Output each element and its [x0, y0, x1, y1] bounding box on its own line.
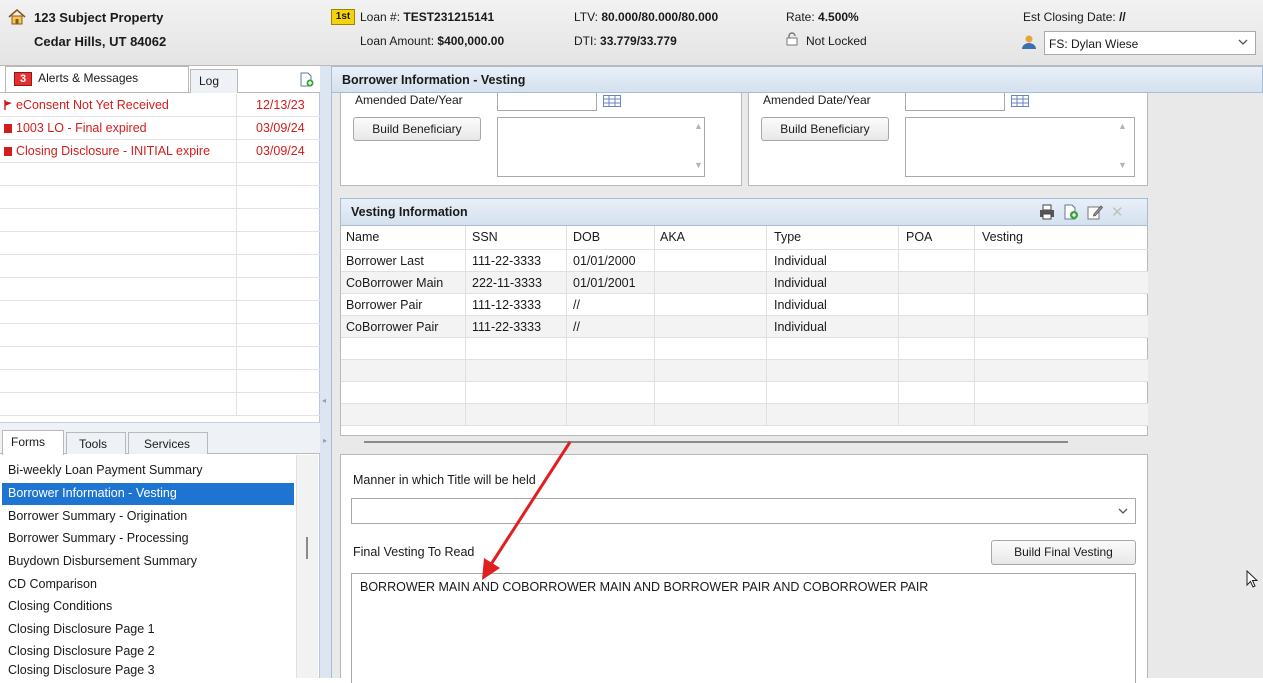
est-closing-date: Est Closing Date: // [1023, 10, 1126, 24]
empty-row [0, 370, 320, 393]
tab-services-label: Services [144, 437, 191, 451]
loan-header: 123 Subject Property Cedar Hills, UT 840… [0, 0, 1263, 66]
column-divider [236, 117, 237, 140]
user-icon [1021, 34, 1037, 53]
empty-row [0, 393, 320, 416]
left-panel: 3 Alerts & Messages Log eConsent Not Yet … [0, 66, 320, 678]
loan-number: Loan #: TEST231215141 [360, 10, 495, 24]
form-item[interactable]: Closing Disclosure Page 3 [2, 660, 294, 678]
tab-tools-label: Tools [79, 437, 108, 451]
annotation-arrow-icon [482, 441, 572, 580]
alert-date: 12/13/23 [256, 98, 305, 112]
alert-row[interactable]: Closing Disclosure - INITIAL expire 03/0… [0, 140, 320, 163]
home-icon [8, 8, 26, 28]
form-item[interactable]: Borrower Summary - Origination [2, 506, 294, 528]
scrollbar-thumb[interactable] [306, 537, 308, 559]
collapse-left-icon[interactable]: ◂ [322, 396, 326, 405]
empty-row [0, 186, 320, 209]
forms-scrollbar[interactable] [296, 455, 318, 678]
dti-value: DTI: 33.779/33.779 [574, 34, 677, 48]
lock-status: Not Locked [806, 34, 867, 48]
mouse-cursor-icon [1246, 569, 1259, 591]
alert-text: Closing Disclosure - INITIAL expire [4, 144, 210, 158]
lien-position-badge: 1st [331, 9, 355, 25]
form-item[interactable]: Borrower Summary - Processing [2, 528, 294, 550]
empty-row [0, 324, 320, 347]
alert-date: 03/09/24 [256, 121, 305, 135]
alerts-count-badge: 3 [14, 72, 33, 86]
forms-list: Bi-weekly Loan Payment Summary Borrower … [0, 455, 320, 678]
column-divider [236, 94, 237, 117]
flag-icon [4, 99, 12, 110]
alert-square-icon [4, 147, 12, 156]
form-item[interactable]: CD Comparison [2, 574, 294, 596]
alert-date: 03/09/24 [256, 144, 305, 158]
loan-amount: Loan Amount: $400,000.00 [360, 34, 505, 48]
expand-right-icon[interactable]: ▸ [323, 436, 327, 445]
alert-row[interactable]: eConsent Not Yet Received 12/13/23 [0, 94, 320, 117]
form-item[interactable]: Closing Disclosure Page 1 [2, 619, 294, 641]
tab-forms[interactable]: Forms [2, 430, 64, 455]
new-alert-icon[interactable] [300, 72, 314, 90]
alert-text: 1003 LO - Final expired [4, 121, 147, 135]
rate-value: Rate: 4.500% [786, 10, 859, 24]
pane-divider[interactable] [0, 422, 320, 430]
form-item[interactable]: Closing Conditions [2, 596, 294, 618]
tab-tools[interactable]: Tools [66, 432, 126, 454]
tab-services[interactable]: Services [128, 432, 208, 454]
tab-log-label: Log [199, 74, 220, 88]
alert-row[interactable]: 1003 LO - Final expired 03/09/24 [0, 117, 320, 140]
ltv-value: LTV: 80.000/80.000/80.000 [574, 10, 719, 24]
tab-alerts-messages[interactable]: 3 Alerts & Messages [5, 66, 189, 92]
alert-square-icon [4, 124, 12, 133]
column-divider [236, 140, 237, 163]
empty-row [0, 209, 320, 232]
property-address-line1: 123 Subject Property [34, 10, 164, 25]
panel-splitter[interactable]: ◂ ▸ [320, 66, 332, 678]
main-content: Borrower Information - Vesting Amended D… [332, 66, 1263, 683]
tab-log[interactable]: Log [190, 69, 238, 93]
user-select[interactable]: FS: Dylan Wiese [1044, 31, 1256, 55]
empty-row [0, 278, 320, 301]
tab-forms-label: Forms [11, 435, 45, 449]
property-address-line2: Cedar Hills, UT 84062 [34, 34, 167, 49]
empty-row [0, 232, 320, 255]
user-select-value: FS: Dylan Wiese [1049, 37, 1139, 51]
alerts-list: eConsent Not Yet Received 12/13/23 1003 … [0, 94, 320, 424]
empty-row [0, 301, 320, 324]
chevron-down-icon [1237, 36, 1249, 51]
tab-alerts-label: Alerts & Messages [38, 71, 139, 85]
form-item-selected[interactable]: Borrower Information - Vesting [2, 483, 294, 505]
form-item[interactable]: Bi-weekly Loan Payment Summary [2, 460, 294, 482]
form-item[interactable]: Buydown Disbursement Summary [2, 551, 294, 573]
empty-row [0, 255, 320, 278]
alert-text: eConsent Not Yet Received [4, 98, 169, 112]
empty-row [0, 163, 320, 186]
lock-icon [786, 32, 798, 49]
empty-row [0, 347, 320, 370]
